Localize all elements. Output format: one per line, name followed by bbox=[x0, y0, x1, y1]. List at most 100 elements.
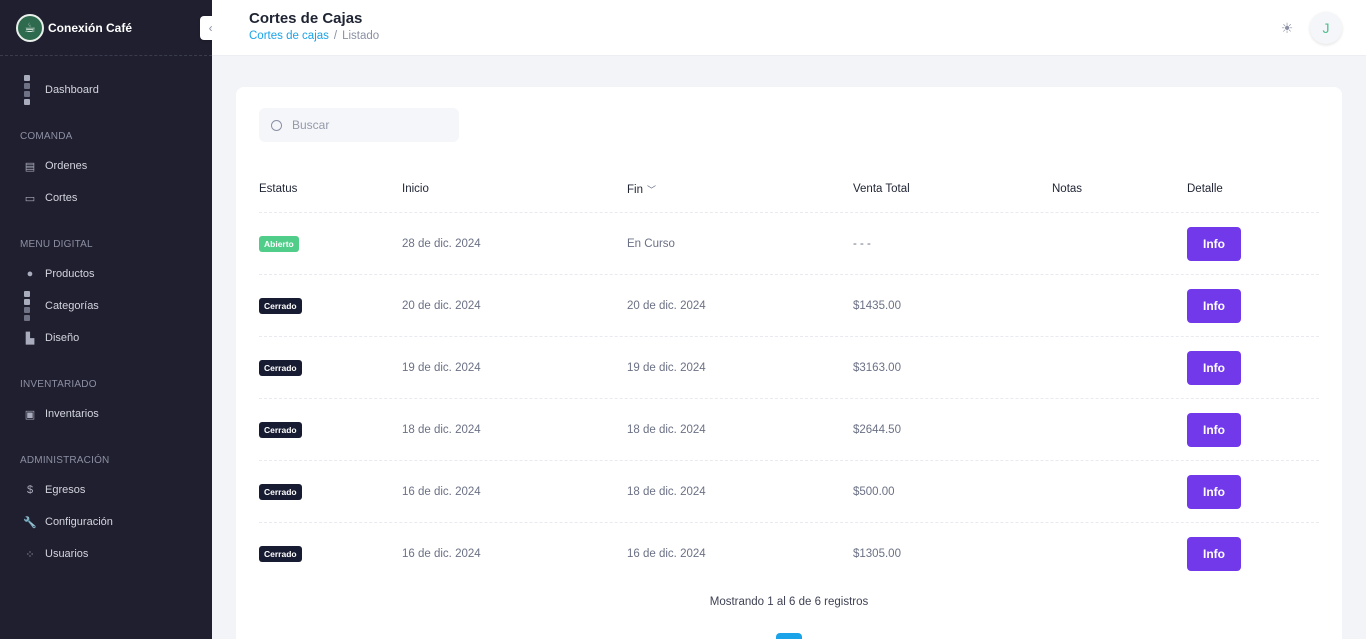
sidebar-item-cortes[interactable]: ▭ Cortes bbox=[0, 182, 212, 214]
page-title: Cortes de Cajas bbox=[249, 10, 363, 27]
table-row: Cerrado 18 de dic. 2024 18 de dic. 2024 $26… bbox=[259, 398, 1319, 460]
breadcrumb-current: Listado bbox=[342, 30, 380, 42]
sales-total: - - - bbox=[853, 237, 871, 250]
status-badge: Cerrado bbox=[259, 297, 302, 314]
column-header-end-label: Fin bbox=[627, 184, 643, 196]
avatar[interactable]: J bbox=[1310, 12, 1342, 44]
status-badge: Abierto bbox=[259, 235, 299, 252]
sidebar-item-label: Egresos bbox=[45, 484, 86, 496]
column-header-notes[interactable]: Notas bbox=[1052, 183, 1082, 195]
design-icon: ▙ bbox=[25, 332, 35, 345]
start-date: 16 de dic. 2024 bbox=[402, 547, 481, 560]
table-row: Cerrado 16 de dic. 2024 18 de dic. 2024 $50… bbox=[259, 460, 1319, 522]
start-date: 16 de dic. 2024 bbox=[402, 485, 481, 498]
dollar-icon: $ bbox=[26, 484, 34, 496]
sidebar-item-label: Usuarios bbox=[45, 548, 89, 560]
status-badge: Cerrado bbox=[259, 545, 302, 562]
sidebar-nav: Dashboard COMANDA ▤ Ordenes ▭ Cortes MENU DIGI… bbox=[0, 56, 212, 570]
sales-total: $2644.50 bbox=[853, 423, 901, 436]
search-input[interactable] bbox=[292, 118, 452, 132]
sales-total: $1435.00 bbox=[853, 299, 901, 312]
search-icon bbox=[271, 119, 282, 131]
end-date: 19 de dic. 2024 bbox=[627, 361, 706, 374]
sidebar-item-inventarios[interactable]: ▣ Inventarios bbox=[0, 398, 212, 430]
pagination-summary: Mostrando 1 al 6 de 6 registros bbox=[709, 596, 869, 608]
products-icon: ● bbox=[26, 268, 34, 280]
sidebar-section-comanda: COMANDA bbox=[20, 131, 73, 142]
brand-name: Conexión Café bbox=[48, 20, 133, 35]
sales-total: $1305.00 bbox=[853, 547, 901, 560]
table-row: Cerrado 16 de dic. 2024 16 de dic. 2024 $13… bbox=[259, 522, 1319, 584]
end-date: En Curso bbox=[627, 237, 675, 250]
detail-cell: Info bbox=[1187, 288, 1241, 323]
sidebar-item-productos[interactable]: ● Productos bbox=[0, 258, 212, 290]
brand[interactable]: ☕ Conexión Café « bbox=[0, 0, 224, 56]
start-date: 19 de dic. 2024 bbox=[402, 361, 481, 374]
info-button[interactable]: Info bbox=[1187, 226, 1241, 261]
sidebar-item-egresos[interactable]: $ Egresos bbox=[0, 474, 212, 506]
sidebar-item-diseno[interactable]: ▙ Diseño bbox=[0, 322, 212, 354]
detail-cell: Info bbox=[1187, 226, 1241, 261]
sidebar-section-administración: ADMINISTRACIÓN bbox=[20, 455, 110, 466]
detail-cell: Info bbox=[1187, 412, 1241, 447]
column-header-start[interactable]: Inicio bbox=[402, 183, 429, 195]
detail-cell: Info bbox=[1187, 350, 1241, 385]
sales-total: $3163.00 bbox=[853, 361, 901, 374]
page-button-1[interactable] bbox=[776, 633, 802, 639]
sidebar-item-configuracion[interactable]: 🔧 Configuración bbox=[0, 506, 212, 538]
column-header-total[interactable]: Venta Total bbox=[853, 183, 910, 195]
table-header: Estatus Inicio Fin ﹀ Venta Total Notas De… bbox=[259, 177, 1319, 213]
sidebar-item-dashboard[interactable]: Dashboard bbox=[0, 74, 212, 106]
categories-icon bbox=[23, 291, 37, 321]
end-date: 16 de dic. 2024 bbox=[627, 547, 706, 560]
end-date: 18 de dic. 2024 bbox=[627, 485, 706, 498]
sidebar-item-label: Productos bbox=[45, 268, 95, 280]
column-header-end[interactable]: Fin ﹀ bbox=[627, 183, 656, 196]
wrench-icon: 🔧 bbox=[23, 516, 37, 529]
users-icon: ⁘ bbox=[25, 548, 35, 561]
table-row: Abierto 28 de dic. 2024 En Curso - - - Info bbox=[259, 212, 1319, 274]
sales-total: $500.00 bbox=[853, 485, 895, 498]
sidebar-item-label: Dashboard bbox=[45, 84, 99, 96]
info-button[interactable]: Info bbox=[1187, 350, 1241, 385]
column-header-status[interactable]: Estatus bbox=[259, 183, 297, 195]
start-date: 18 de dic. 2024 bbox=[402, 423, 481, 436]
brand-logo: ☕ bbox=[16, 13, 44, 42]
sidebar-item-usuarios[interactable]: ⁘ Usuarios bbox=[0, 538, 212, 570]
breadcrumb-separator: / bbox=[333, 30, 338, 42]
end-date: 18 de dic. 2024 bbox=[627, 423, 706, 436]
table-row: Cerrado 19 de dic. 2024 19 de dic. 2024 $31… bbox=[259, 336, 1319, 398]
status-badge: Cerrado bbox=[259, 359, 302, 376]
inventory-icon: ▣ bbox=[24, 408, 36, 421]
breadcrumb-link-cortes[interactable]: Cortes de cajas bbox=[249, 30, 329, 42]
dashboard-icon bbox=[23, 75, 37, 105]
cuts-icon: ▭ bbox=[24, 192, 36, 205]
detail-cell: Info bbox=[1187, 474, 1241, 509]
search-box[interactable] bbox=[259, 108, 459, 142]
sidebar-item-label: Ordenes bbox=[45, 160, 88, 172]
info-button[interactable]: Info bbox=[1187, 288, 1241, 323]
sidebar-item-label: Cortes bbox=[45, 192, 78, 204]
sun-icon[interactable]: ☀ bbox=[1278, 19, 1296, 37]
sidebar-item-label: Diseño bbox=[45, 332, 80, 344]
sidebar: ☕ Conexión Café « Dashboard COMANDA ▤ Orden… bbox=[0, 0, 224, 639]
sidebar-item-label: Inventarios bbox=[45, 408, 99, 420]
info-button[interactable]: Info bbox=[1187, 474, 1241, 509]
sidebar-item-label: Categorías bbox=[45, 300, 99, 312]
column-header-detail: Detalle bbox=[1187, 183, 1223, 195]
orders-icon: ▤ bbox=[24, 160, 36, 173]
top-header: Cortes de Cajas Cortes de cajas / Listado … bbox=[212, 0, 1366, 56]
info-button[interactable]: Info bbox=[1187, 536, 1241, 571]
status-badge: Cerrado bbox=[259, 421, 302, 438]
start-date: 28 de dic. 2024 bbox=[402, 237, 481, 250]
start-date: 20 de dic. 2024 bbox=[402, 299, 481, 312]
sidebar-item-ordenes[interactable]: ▤ Ordenes bbox=[0, 150, 212, 182]
end-date: 20 de dic. 2024 bbox=[627, 299, 706, 312]
sidebar-section-menu-digital: MENU DIGITAL bbox=[20, 239, 93, 250]
sidebar-item-categorias[interactable]: Categorías bbox=[0, 290, 212, 322]
breadcrumb: Cortes de cajas / Listado bbox=[249, 30, 379, 42]
detail-cell: Info bbox=[1187, 536, 1241, 571]
cuts-card: Estatus Inicio Fin﹀ Venta Total Notas De… bbox=[236, 87, 1342, 639]
table-row: Cerrado 20 de dic. 2024 20 de dic. 2024 $14… bbox=[259, 274, 1319, 336]
info-button[interactable]: Info bbox=[1187, 412, 1241, 447]
